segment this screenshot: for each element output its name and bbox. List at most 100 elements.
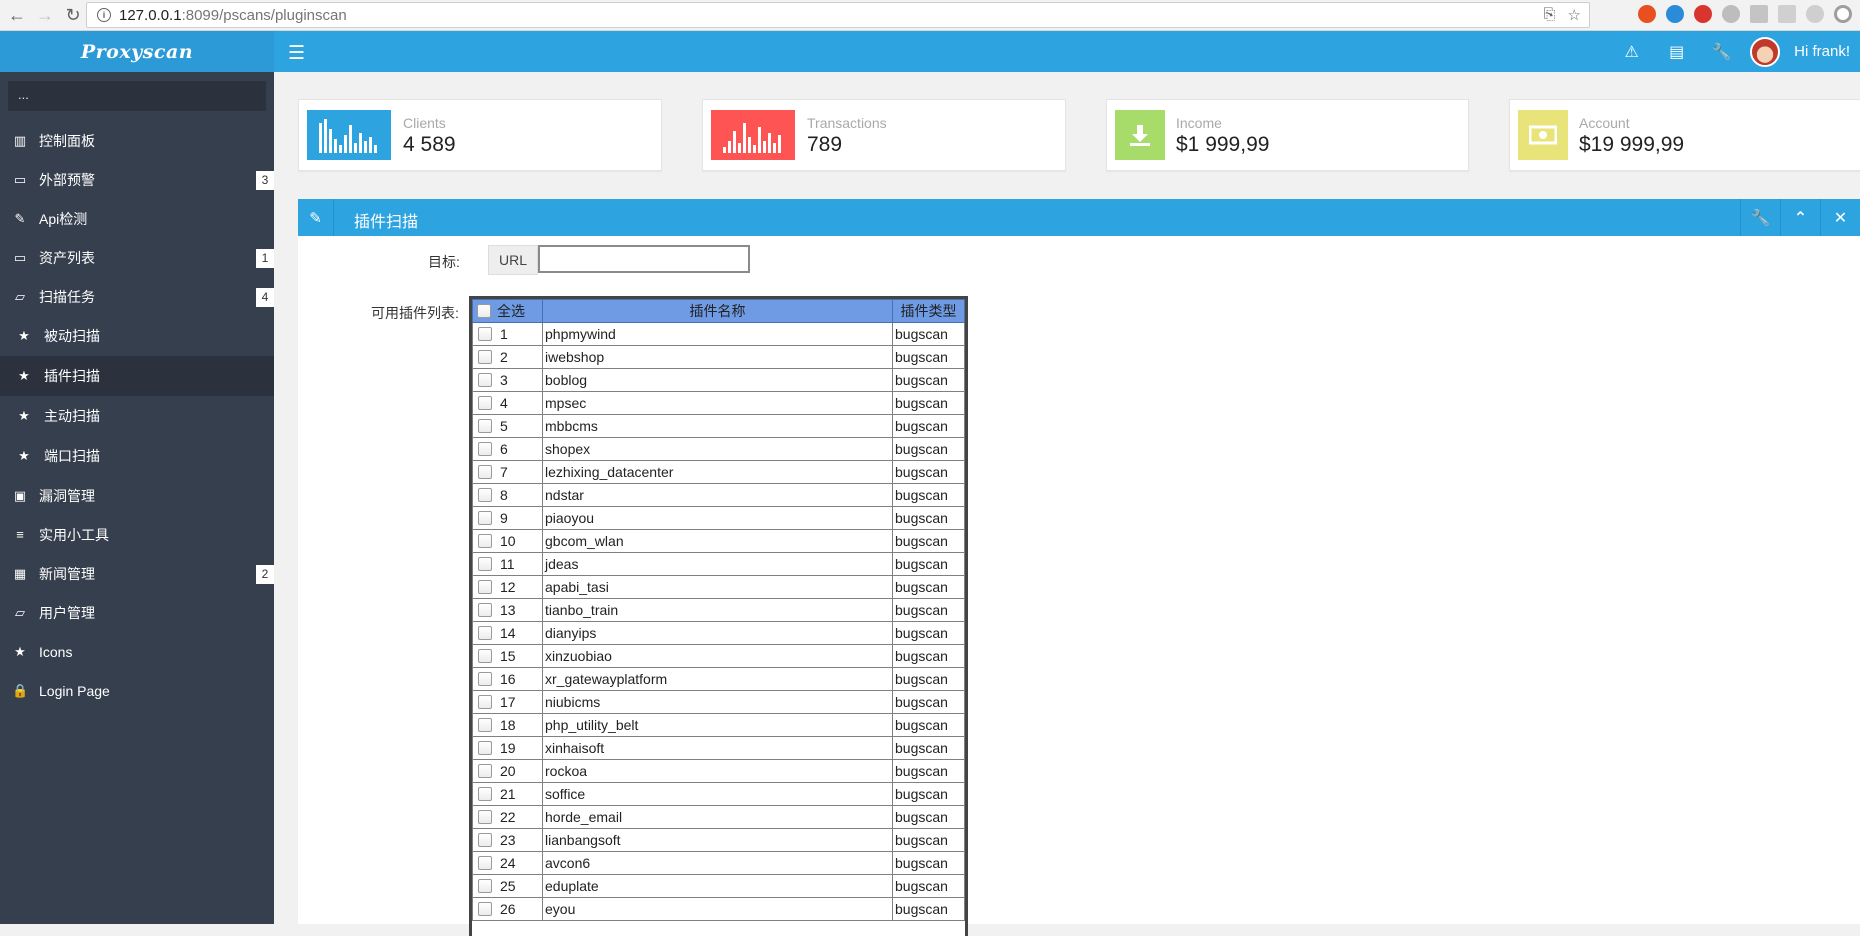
url-input[interactable] bbox=[538, 245, 750, 273]
sidebar-item-13[interactable]: ★ Icons bbox=[0, 632, 274, 671]
extension-icon[interactable] bbox=[1722, 5, 1740, 23]
table-row[interactable]: 23 lianbangsoft bugscan bbox=[472, 828, 965, 852]
table-row[interactable]: 24 avcon6 bugscan bbox=[472, 851, 965, 875]
table-row[interactable]: 10 gbcom_wlan bugscan bbox=[472, 529, 965, 553]
table-row[interactable]: 18 php_utility_belt bugscan bbox=[472, 713, 965, 737]
sidebar-item-14[interactable]: 🔒 Login Page bbox=[0, 671, 274, 710]
extension-icon[interactable] bbox=[1694, 5, 1712, 23]
row-checkbox[interactable] bbox=[478, 488, 492, 502]
chevron-up-icon[interactable]: ⌃ bbox=[1780, 199, 1820, 236]
extension-icon[interactable] bbox=[1750, 5, 1768, 23]
table-row[interactable]: 11 jdeas bugscan bbox=[472, 552, 965, 576]
table-row[interactable]: 7 lezhixing_datacenter bugscan bbox=[472, 460, 965, 484]
row-checkbox[interactable] bbox=[478, 741, 492, 755]
table-row[interactable]: 22 horde_email bugscan bbox=[472, 805, 965, 829]
row-number: 20 bbox=[500, 763, 516, 779]
table-row[interactable]: 3 boblog bugscan bbox=[472, 368, 965, 392]
row-checkbox[interactable] bbox=[478, 327, 492, 341]
row-checkbox[interactable] bbox=[478, 603, 492, 617]
wrench-icon[interactable]: 🔧 bbox=[1740, 199, 1780, 236]
table-row[interactable]: 26 eyou bugscan bbox=[472, 897, 965, 921]
table-row[interactable]: 13 tianbo_train bugscan bbox=[472, 598, 965, 622]
wrench-icon[interactable]: 🔧 bbox=[1699, 42, 1744, 62]
row-checkbox[interactable] bbox=[478, 442, 492, 456]
table-row[interactable]: 15 xinzuobiao bugscan bbox=[472, 644, 965, 668]
row-checkbox[interactable] bbox=[478, 718, 492, 732]
row-checkbox[interactable] bbox=[478, 465, 492, 479]
row-checkbox[interactable] bbox=[478, 580, 492, 594]
table-row[interactable]: 9 piaoyou bugscan bbox=[472, 506, 965, 530]
sidebar-search[interactable]: ... bbox=[8, 81, 266, 111]
panel-title: 插件扫描 bbox=[354, 214, 419, 231]
row-checkbox[interactable] bbox=[478, 350, 492, 364]
close-icon[interactable]: ✕ bbox=[1820, 199, 1860, 236]
forward-icon[interactable]: → bbox=[34, 4, 56, 26]
menu-icon[interactable] bbox=[1834, 5, 1852, 23]
row-checkbox[interactable] bbox=[478, 557, 492, 571]
sidebar-item-0[interactable]: ▥ 控制面板 bbox=[0, 121, 274, 160]
sidebar-item-6[interactable]: ★ 插件扫描 bbox=[0, 356, 274, 396]
back-icon[interactable]: ← bbox=[6, 4, 28, 26]
brand-logo[interactable]: Proxyscan bbox=[0, 31, 274, 72]
bookmark-star-icon[interactable]: ☆ bbox=[1568, 6, 1581, 24]
sidebar-item-8[interactable]: ★ 端口扫描 bbox=[0, 436, 274, 476]
sidebar-item-10[interactable]: ≡ 实用小工具 bbox=[0, 515, 274, 554]
table-row[interactable]: 19 xinhaisoft bugscan bbox=[472, 736, 965, 760]
table-row[interactable]: 4 mpsec bugscan bbox=[472, 391, 965, 415]
sidebar-item-5[interactable]: ★ 被动扫描 bbox=[0, 316, 274, 356]
sidebar-item-2[interactable]: ✎ Api检测 bbox=[0, 199, 274, 238]
extension-icon[interactable] bbox=[1638, 5, 1656, 23]
row-checkbox[interactable] bbox=[478, 649, 492, 663]
select-all-checkbox[interactable] bbox=[477, 304, 491, 318]
info-icon[interactable]: i bbox=[97, 8, 111, 22]
select-all-header[interactable]: 全选 bbox=[472, 299, 543, 323]
table-row[interactable]: 14 dianyips bugscan bbox=[472, 621, 965, 645]
table-row[interactable]: 16 xr_gatewayplatform bugscan bbox=[472, 667, 965, 691]
table-row[interactable]: 1 phpmywind bugscan bbox=[472, 322, 965, 346]
tasks-icon[interactable]: ▤ bbox=[1654, 42, 1699, 62]
row-checkbox[interactable] bbox=[478, 396, 492, 410]
sidebar-item-9[interactable]: ▣ 漏洞管理 bbox=[0, 476, 274, 515]
sidebar-item-7[interactable]: ★ 主动扫描 bbox=[0, 396, 274, 436]
table-row[interactable]: 12 apabi_tasi bugscan bbox=[472, 575, 965, 599]
table-row[interactable]: 2 iwebshop bugscan bbox=[472, 345, 965, 369]
table-row[interactable]: 6 shopex bugscan bbox=[472, 437, 965, 461]
extension-icon[interactable] bbox=[1666, 5, 1684, 23]
row-checkbox[interactable] bbox=[478, 787, 492, 801]
sidebar-item-1[interactable]: ▭ 外部预警 3 bbox=[0, 160, 274, 199]
row-checkbox[interactable] bbox=[478, 902, 492, 916]
row-checkbox[interactable] bbox=[478, 833, 492, 847]
row-checkbox[interactable] bbox=[478, 626, 492, 640]
row-checkbox[interactable] bbox=[478, 534, 492, 548]
table-row[interactable]: 20 rockoa bugscan bbox=[472, 759, 965, 783]
sidebar-item-12[interactable]: ▱ 用户管理 bbox=[0, 593, 274, 632]
table-row[interactable]: 17 niubicms bugscan bbox=[472, 690, 965, 714]
user-greeting[interactable]: Hi frank! bbox=[1794, 43, 1850, 60]
reload-icon[interactable]: ↻ bbox=[62, 4, 84, 26]
extension-icon[interactable] bbox=[1806, 5, 1824, 23]
row-checkbox[interactable] bbox=[478, 810, 492, 824]
table-row[interactable]: 21 soffice bugscan bbox=[472, 782, 965, 806]
row-checkbox[interactable] bbox=[478, 879, 492, 893]
star-icon: ★ bbox=[18, 408, 30, 423]
stat-label: Clients bbox=[403, 115, 446, 131]
warning-icon[interactable]: ⚠ bbox=[1609, 42, 1654, 62]
row-checkbox[interactable] bbox=[478, 672, 492, 686]
row-checkbox[interactable] bbox=[478, 373, 492, 387]
row-checkbox[interactable] bbox=[478, 856, 492, 870]
hamburger-menu-icon[interactable]: ☰ bbox=[288, 42, 305, 65]
sidebar-item-4[interactable]: ▱ 扫描任务 4 bbox=[0, 277, 274, 316]
sidebar-item-11[interactable]: ▦ 新闻管理 2 bbox=[0, 554, 274, 593]
extension-icon[interactable] bbox=[1778, 5, 1796, 23]
table-row[interactable]: 25 eduplate bugscan bbox=[472, 874, 965, 898]
row-checkbox[interactable] bbox=[478, 419, 492, 433]
avatar[interactable] bbox=[1750, 36, 1781, 67]
row-checkbox[interactable] bbox=[478, 511, 492, 525]
sidebar-item-3[interactable]: ▭ 资产列表 1 bbox=[0, 238, 274, 277]
translate-icon[interactable]: ⎘ bbox=[1544, 6, 1556, 24]
table-row[interactable]: 5 mbbcms bugscan bbox=[472, 414, 965, 438]
row-checkbox[interactable] bbox=[478, 764, 492, 778]
address-bar[interactable]: i 127.0.0.1:8099/pscans/pluginscan ⎘ ☆ bbox=[86, 2, 1590, 28]
row-checkbox[interactable] bbox=[478, 695, 492, 709]
table-row[interactable]: 8 ndstar bugscan bbox=[472, 483, 965, 507]
